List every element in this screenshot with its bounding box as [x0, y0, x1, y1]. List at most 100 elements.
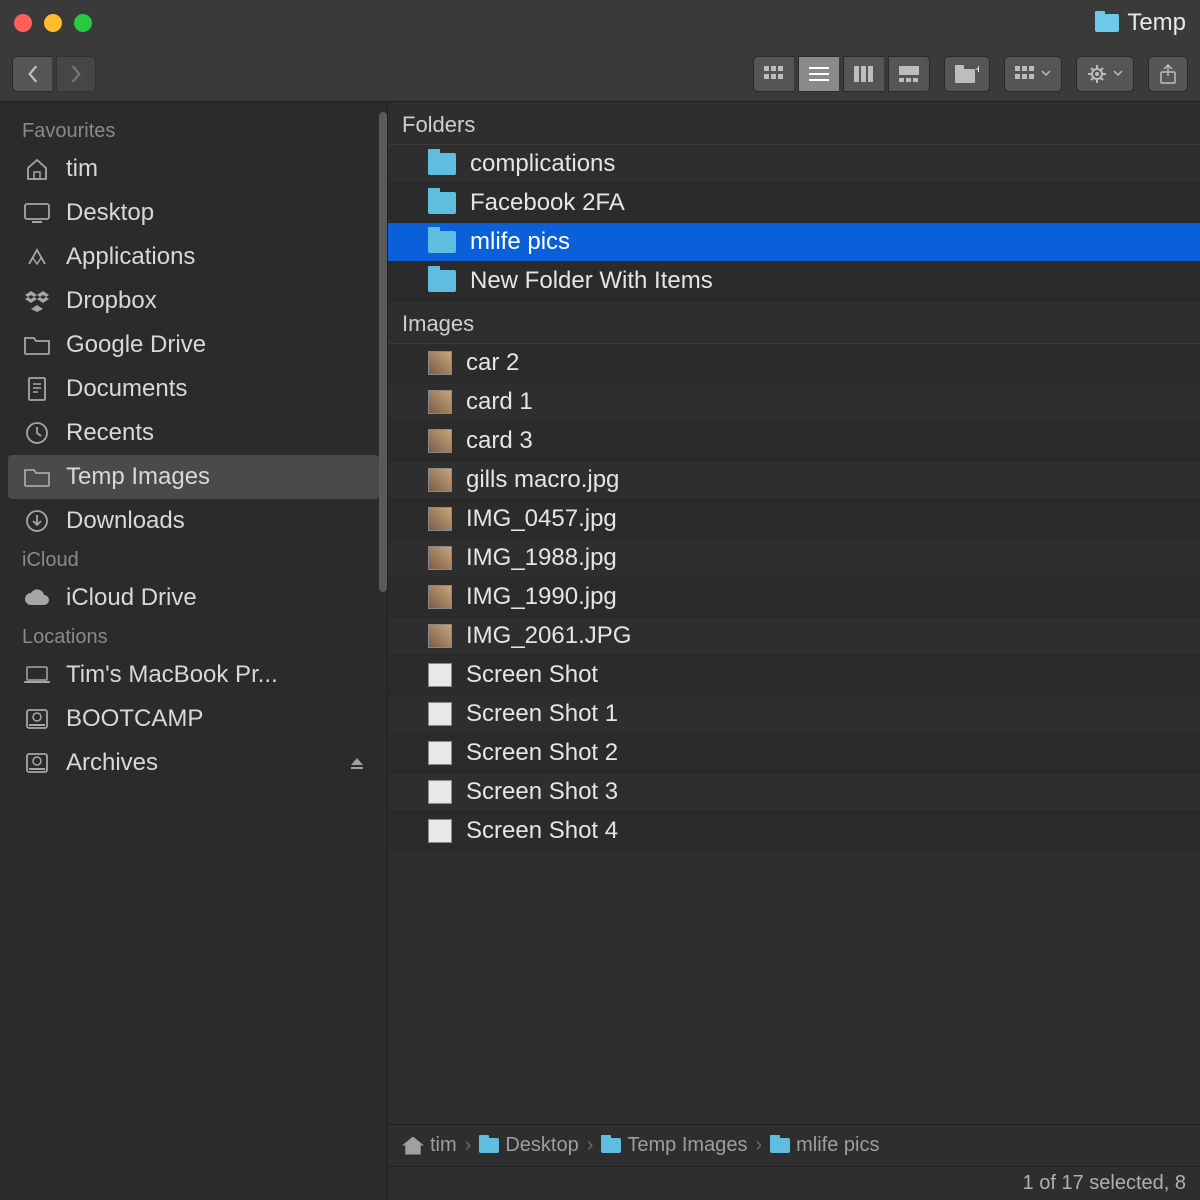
back-button[interactable]	[12, 56, 52, 92]
sidebar-item-downloads[interactable]: Downloads	[0, 499, 387, 543]
view-gallery-button[interactable]	[888, 56, 930, 92]
file-name: IMG_0457.jpg	[466, 505, 617, 533]
folder-icon	[479, 1138, 499, 1153]
file-row[interactable]: IMG_1990.jpg	[388, 578, 1200, 617]
file-row[interactable]: Screen Shot	[388, 656, 1200, 695]
share-button[interactable]	[1148, 56, 1188, 92]
file-row[interactable]: New Folder With Items	[388, 262, 1200, 301]
file-name: Screen Shot 1	[466, 700, 618, 728]
file-name: IMG_1988.jpg	[466, 544, 617, 572]
file-thumbnail	[428, 702, 452, 726]
file-row[interactable]: complications	[388, 145, 1200, 184]
window-title-text: Temp	[1127, 9, 1186, 37]
file-row[interactable]: Screen Shot 1	[388, 695, 1200, 734]
folder-icon	[428, 192, 456, 214]
sidebar-item-label: Temp Images	[66, 463, 210, 491]
file-row[interactable]: Screen Shot 3	[388, 773, 1200, 812]
sidebar-item-recents[interactable]: Recents	[0, 411, 387, 455]
close-window-button[interactable]	[14, 14, 32, 32]
sidebar-item-label: tim	[66, 155, 98, 183]
file-name: Screen Shot 3	[466, 778, 618, 806]
sidebar-item-label: BOOTCAMP	[66, 705, 203, 733]
path-label: tim	[430, 1134, 457, 1157]
view-mode-group	[753, 56, 930, 92]
documents-icon	[22, 377, 52, 401]
svg-text:+: +	[975, 65, 979, 76]
eject-icon[interactable]	[349, 755, 365, 771]
file-row[interactable]: card 3	[388, 422, 1200, 461]
view-list-button[interactable]	[798, 56, 839, 92]
group-header: Folders	[388, 102, 1200, 145]
chevron-down-icon	[1113, 70, 1123, 77]
file-name: IMG_2061.JPG	[466, 622, 631, 650]
file-row[interactable]: card 1	[388, 383, 1200, 422]
action-button[interactable]	[1076, 56, 1134, 92]
sidebar-item-label: Dropbox	[66, 287, 157, 315]
sidebar-item-applications[interactable]: Applications	[0, 235, 387, 279]
file-row[interactable]: Screen Shot 4	[388, 812, 1200, 851]
sidebar-item-label: Tim's MacBook Pr...	[66, 661, 278, 689]
status-text: 1 of 17 selected, 8	[1023, 1172, 1186, 1195]
desktop-icon	[22, 203, 52, 223]
file-name: gills macro.jpg	[466, 466, 619, 494]
path-segment[interactable]: mlife pics	[770, 1134, 879, 1157]
home-icon	[402, 1137, 424, 1155]
path-segment[interactable]: Temp Images	[601, 1134, 747, 1157]
file-row[interactable]: Facebook 2FA	[388, 184, 1200, 223]
file-row[interactable]: IMG_2061.JPG	[388, 617, 1200, 656]
dropbox-icon	[22, 290, 52, 312]
folder-icon	[601, 1138, 621, 1153]
file-row[interactable]: car 2	[388, 344, 1200, 383]
view-icon-button[interactable]	[753, 56, 794, 92]
maximize-window-button[interactable]	[74, 14, 92, 32]
file-row[interactable]: mlife pics	[388, 223, 1200, 262]
forward-button[interactable]	[56, 56, 96, 92]
sidebar-item-tim-s-macbook-pr-[interactable]: Tim's MacBook Pr...	[0, 653, 387, 697]
file-thumbnail	[428, 390, 452, 414]
cloud-icon	[22, 589, 52, 607]
file-row[interactable]: IMG_1988.jpg	[388, 539, 1200, 578]
chevron-right-icon: ›	[587, 1134, 594, 1157]
minimize-window-button[interactable]	[44, 14, 62, 32]
sidebar-item-google-drive[interactable]: Google Drive	[0, 323, 387, 367]
path-bar[interactable]: tim›Desktop›Temp Images›mlife pics	[388, 1124, 1200, 1166]
path-label: mlife pics	[796, 1134, 879, 1157]
sidebar-item-dropbox[interactable]: Dropbox	[0, 279, 387, 323]
file-name: car 2	[466, 349, 519, 377]
sidebar: FavouritestimDesktopApplicationsDropboxG…	[0, 102, 388, 1200]
new-folder-button[interactable]: +	[944, 56, 990, 92]
sidebar-item-label: Downloads	[66, 507, 185, 535]
sidebar-section-header: iCloud	[0, 543, 387, 576]
sidebar-item-documents[interactable]: Documents	[0, 367, 387, 411]
sidebar-item-label: Archives	[66, 749, 158, 777]
sidebar-item-archives[interactable]: Archives	[0, 741, 387, 785]
file-name: complications	[470, 150, 615, 178]
file-name: Screen Shot 4	[466, 817, 618, 845]
path-segment[interactable]: Desktop	[479, 1134, 578, 1157]
view-column-button[interactable]	[843, 56, 884, 92]
file-row[interactable]: gills macro.jpg	[388, 461, 1200, 500]
sidebar-item-bootcamp[interactable]: BOOTCAMP	[0, 697, 387, 741]
sidebar-item-tim[interactable]: tim	[0, 147, 387, 191]
folder-icon	[428, 270, 456, 292]
file-thumbnail	[428, 780, 452, 804]
nav-group	[12, 56, 96, 92]
arrange-button[interactable]	[1004, 56, 1062, 92]
sidebar-item-desktop[interactable]: Desktop	[0, 191, 387, 235]
file-row[interactable]: IMG_0457.jpg	[388, 500, 1200, 539]
file-name: card 3	[466, 427, 533, 455]
file-row[interactable]: Screen Shot 2	[388, 734, 1200, 773]
file-list[interactable]: Folders complications Facebook 2FAmlife pi…	[388, 102, 1200, 1124]
status-bar: 1 of 17 selected, 8	[388, 1166, 1200, 1200]
sidebar-item-temp-images[interactable]: Temp Images	[8, 455, 379, 499]
file-thumbnail	[428, 546, 452, 570]
sidebar-item-label: Applications	[66, 243, 195, 271]
file-thumbnail	[428, 624, 452, 648]
path-segment[interactable]: tim	[402, 1134, 457, 1157]
downloads-icon	[22, 509, 52, 533]
disk-icon	[22, 708, 52, 730]
home-icon	[22, 158, 52, 180]
titlebar: Temp	[0, 0, 1200, 46]
sidebar-item-icloud-drive[interactable]: iCloud Drive	[0, 576, 387, 620]
main-panel: FolderscomplicationsFacebook 2FAmlife pi…	[388, 102, 1200, 1200]
